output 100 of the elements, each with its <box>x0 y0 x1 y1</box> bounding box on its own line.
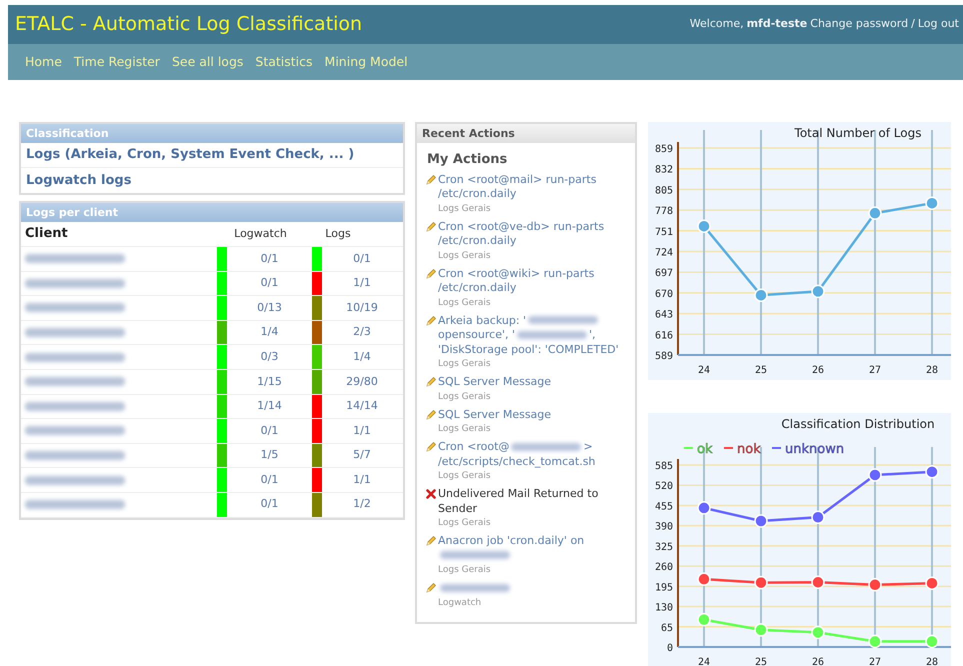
data-point <box>868 634 882 648</box>
table-cell-text: 1/4 <box>353 348 371 365</box>
action-link[interactable]: Anacron job 'cron.daily' on <box>438 534 631 563</box>
pencil-icon <box>426 222 436 232</box>
site-title: ETALC - Automatic Log Classification <box>15 12 362 38</box>
nav-link[interactable]: Mining Model <box>324 52 408 72</box>
axis-tick-label: 585 <box>654 461 673 472</box>
table-cell-text: 1/14 <box>257 398 282 414</box>
axis-tick-label: 24 <box>698 365 710 376</box>
data-point <box>925 576 939 590</box>
action-link[interactable]: Cron <root@wiki> run-parts /etc/cron.daily <box>438 266 631 296</box>
separator-text: / <box>911 16 915 32</box>
axis-tick-label: 26 <box>812 657 824 666</box>
data-point <box>811 510 825 524</box>
table-cell-text: 1/2 <box>353 496 371 512</box>
axis-tick-label: 643 <box>654 310 673 321</box>
axis-tick-label: 697 <box>654 268 673 280</box>
axis-tick-label: 859 <box>654 144 673 155</box>
axis-tick-label: 724 <box>654 248 673 258</box>
axis-tick-label: 27 <box>868 365 882 376</box>
table-cell-text: 0/1 <box>260 496 278 512</box>
change-password-link[interactable]: Change password <box>810 16 908 33</box>
axis-tick-label: 25 <box>754 657 768 666</box>
axis-tick-label: 24 <box>698 657 710 666</box>
nav-link[interactable]: Time Register <box>74 52 160 72</box>
axis-tick-label: 616 <box>654 330 673 342</box>
axis-tick-label: 589 <box>654 351 673 362</box>
action-link[interactable]: Cron <root@ > /etc/scripts/check_tomcat.sh <box>438 440 631 469</box>
table-cell-text: 0/3 <box>260 348 278 365</box>
action-link[interactable]: Undelivered Mail Returned to Sender <box>438 487 631 516</box>
table-cell-text: 0/13 <box>257 300 282 316</box>
classification-link[interactable]: Logwatch logs <box>26 170 132 190</box>
table-cell-text: 1/1 <box>353 472 371 488</box>
panel-heading: Recent Actions <box>417 124 635 143</box>
data-point <box>868 578 882 592</box>
action-link[interactable]: SQL Server Message <box>438 408 552 422</box>
legend-item: ok <box>684 442 712 457</box>
axis-tick-label: 26 <box>812 365 824 376</box>
table-cell-text: 2/3 <box>353 324 371 340</box>
category-label: Logs Gerais <box>438 202 492 216</box>
axis-tick-label: 195 <box>654 582 673 594</box>
data-point <box>697 219 711 233</box>
data-point <box>697 612 711 626</box>
chart-title: Classification Distribution <box>781 417 935 431</box>
axis-tick-label: 455 <box>654 501 673 512</box>
table-cell-text: 14/14 <box>346 398 378 414</box>
table-cell-text: 0/1 <box>260 472 278 488</box>
table-cell-text: 1/5 <box>260 447 278 464</box>
data-point <box>697 572 711 586</box>
nav-link[interactable]: Home <box>25 52 62 72</box>
axis-tick-label: 832 <box>654 164 673 176</box>
data-point <box>754 576 768 590</box>
data-point <box>754 514 768 528</box>
panel-heading: Classification <box>21 124 403 143</box>
data-point <box>811 626 825 640</box>
table-cell-text: 1/1 <box>353 275 371 292</box>
action-link[interactable]: Cron <root@ve-db> run-parts /etc/cron.daily <box>438 220 631 248</box>
category-label: Logs Gerais <box>438 470 492 483</box>
axis-tick-label: 65 <box>660 622 673 634</box>
pencil-icon <box>426 536 436 546</box>
category-label: Logwatch <box>438 596 482 610</box>
action-link[interactable]: SQL Server Message <box>438 375 552 390</box>
table-cell-text: 10/19 <box>346 300 378 316</box>
table-cell-text: 1/1 <box>353 422 371 439</box>
axis-tick-label: 778 <box>654 206 673 218</box>
table-cell-text: 0/1 <box>260 422 278 439</box>
axis-tick-label: 28 <box>926 365 938 376</box>
username: mfd-teste <box>746 16 808 32</box>
axis-tick-label: 670 <box>654 288 673 300</box>
pencil-icon <box>426 410 436 420</box>
axis-tick-label: 27 <box>868 657 882 666</box>
chart-title: Total Number of Logs <box>794 126 922 140</box>
data-point <box>868 206 882 220</box>
pencil-icon <box>426 268 436 278</box>
data-point <box>868 468 882 482</box>
category-label: Logs Gerais <box>438 390 492 404</box>
classification-link[interactable]: Logs (Arkeia, Cron, System Event Check, ... ) <box>26 145 354 165</box>
column-header: Logwatch <box>233 226 288 242</box>
table-cell-text: 5/7 <box>353 447 371 464</box>
pencil-icon <box>426 377 436 387</box>
welcome-text: Welcome, <box>690 16 744 32</box>
data-point <box>811 284 825 298</box>
nav-link[interactable]: See all logs <box>172 52 244 72</box>
legend-item: nok <box>724 442 761 457</box>
action-link[interactable]: Arkeia backup: ' opensource', ' ', 'DiskStorage pool': 'COMPLETED' <box>438 314 631 357</box>
column-header: Logs <box>324 226 352 242</box>
data-point <box>925 634 939 648</box>
axis-tick-label: 390 <box>654 522 673 533</box>
axis-tick-label: 751 <box>654 226 673 238</box>
category-label: Logs Gerais <box>438 564 492 577</box>
table-cell-text: 1/4 <box>260 324 278 340</box>
nav-link[interactable]: Statistics <box>255 52 313 72</box>
action-link[interactable]: Cron <root@mail> run-parts /etc/cron.daily <box>438 172 631 202</box>
data-point <box>754 623 768 637</box>
category-label: Logs Gerais <box>438 423 492 436</box>
pencil-icon <box>426 442 436 452</box>
axis-tick-label: 28 <box>926 657 938 666</box>
legend-label: ok <box>697 442 713 457</box>
axis-tick-label: 0 <box>666 643 673 654</box>
logout-link[interactable]: Log out <box>918 16 959 33</box>
